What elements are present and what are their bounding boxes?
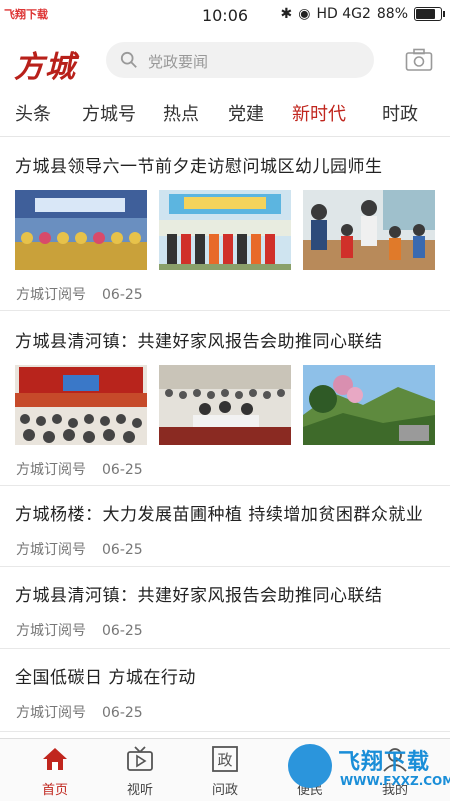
home-icon	[43, 748, 67, 770]
svg-text:政: 政	[217, 751, 232, 769]
nav-video[interactable]: 视听	[112, 745, 168, 798]
nav-label: 视听	[126, 783, 153, 798]
status-bar: 飞翔下载 10:06 ✱ ◉ HD 4G2 88%	[0, 0, 450, 32]
news-source: 方城订阅号	[16, 287, 86, 303]
news-meta: 方城订阅号 06-25	[16, 702, 143, 722]
list-item[interactable]: 方城县领导六一节前夕走访慰问城区幼儿园师生 方城订阅号 06-25	[0, 136, 450, 311]
network-label: HD 4G2	[316, 6, 371, 22]
news-image[interactable]	[159, 190, 291, 270]
news-image[interactable]	[15, 190, 147, 270]
news-image[interactable]	[303, 365, 435, 445]
app-logo: 方城	[14, 50, 76, 85]
news-title[interactable]: 方城杨楼：大力发展苗圃种植 持续增加贫困群众就业	[15, 500, 423, 525]
news-date: 06-25	[102, 462, 143, 478]
list-item[interactable]: 方城杨楼：大力发展苗圃种植 持续增加贫困群众就业 方城订阅号 06-25	[0, 486, 450, 567]
news-date: 06-25	[102, 623, 143, 639]
camera-icon[interactable]	[405, 48, 433, 72]
news-image[interactable]	[303, 190, 435, 270]
status-right: ✱ ◉ HD 4G2 88%	[280, 6, 445, 22]
bluetooth-icon: ✱	[280, 6, 293, 22]
news-meta: 方城订阅号 06-25	[16, 620, 143, 640]
tab-fangcheng-hao[interactable]: 方城号	[82, 100, 136, 126]
nav-label: 问政	[211, 783, 238, 798]
tv-icon	[127, 746, 153, 771]
news-source: 方城订阅号	[16, 705, 86, 721]
battery-percent: 88%	[376, 6, 408, 22]
watermark-url: WWW.FXXZ.COM	[340, 774, 450, 788]
watermark: 飞翔下载 WWW.FXXZ.COM	[288, 742, 450, 800]
watermark-text: 飞翔下载	[338, 750, 431, 775]
nav-label: 首页	[41, 783, 68, 798]
list-item[interactable]: 方城县清河镇：共建好家风报告会助推同心联结 方城订阅号 06-25	[0, 567, 450, 649]
alarm-icon: ◉	[298, 6, 311, 22]
tab-party[interactable]: 党建	[228, 100, 264, 126]
news-title[interactable]: 方城县清河镇：共建好家风报告会助推同心联结	[15, 581, 383, 606]
news-image[interactable]	[15, 365, 147, 445]
watermark-logo-icon	[288, 744, 332, 788]
nav-home[interactable]: 首页	[27, 745, 83, 798]
tab-hot[interactable]: 热点	[163, 100, 199, 126]
search-placeholder: 党政要闻	[148, 53, 209, 71]
news-date: 06-25	[102, 287, 143, 303]
news-meta: 方城订阅号 06-25	[16, 459, 143, 479]
news-title[interactable]: 全国低碳日 方城在行动	[15, 663, 196, 688]
category-tabs: 头条 方城号 热点 党建 新时代 时政	[0, 90, 450, 137]
news-image[interactable]	[159, 365, 291, 445]
news-source: 方城订阅号	[16, 462, 86, 478]
news-meta: 方城订阅号 06-25	[16, 284, 143, 304]
search-bar[interactable]: 党政要闻	[106, 42, 374, 78]
tab-headline[interactable]: 头条	[15, 100, 51, 126]
news-source: 方城订阅号	[16, 623, 86, 639]
list-item[interactable]: 方城县清河镇：共建好家风报告会助推同心联结 方城订阅号 06-25	[0, 311, 450, 486]
nav-wenzheng[interactable]: 政 问政	[197, 745, 253, 798]
tab-new-era[interactable]: 新时代	[292, 100, 346, 126]
tab-politics[interactable]: 时政	[382, 100, 418, 126]
list-item[interactable]: 全国低碳日 方城在行动 方城订阅号 06-25	[0, 649, 450, 732]
news-meta: 方城订阅号 06-25	[16, 539, 143, 559]
news-list: 方城县领导六一节前夕走访慰问城区幼儿园师生 方城订阅号 06-25 方城县清河镇…	[0, 136, 450, 732]
zheng-icon: 政	[212, 746, 238, 772]
news-date: 06-25	[102, 705, 143, 721]
news-title[interactable]: 方城县领导六一节前夕走访慰问城区幼儿园师生	[15, 152, 383, 177]
news-source: 方城订阅号	[16, 542, 86, 558]
app-header: 方城 党政要闻	[0, 32, 450, 90]
news-title[interactable]: 方城县清河镇：共建好家风报告会助推同心联结	[15, 327, 383, 352]
search-icon	[120, 51, 137, 68]
battery-icon	[414, 7, 445, 21]
news-date: 06-25	[102, 542, 143, 558]
